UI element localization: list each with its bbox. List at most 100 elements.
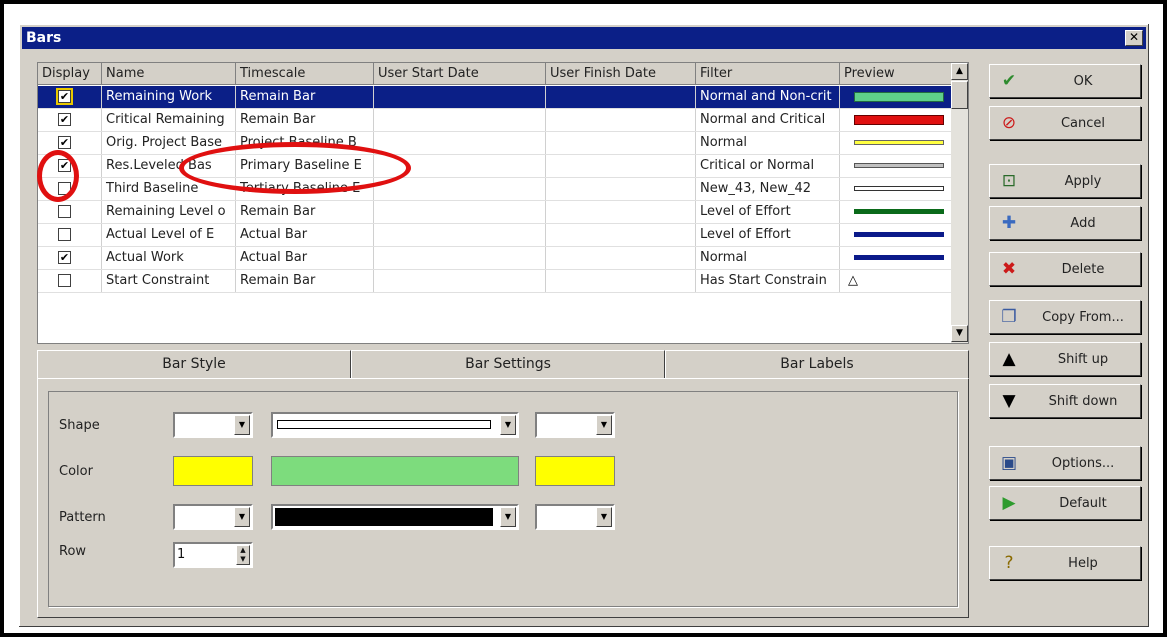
display-checkbox[interactable]: ✔ <box>56 88 73 105</box>
spin-up-icon[interactable]: ▲ <box>237 546 249 555</box>
user-start-date-cell[interactable] <box>374 178 546 200</box>
default-button[interactable]: ▶ Default <box>989 486 1141 520</box>
filter-cell[interactable]: New_43, New_42 <box>696 178 840 200</box>
middle-color-swatch[interactable] <box>271 456 519 486</box>
tab-bar-labels[interactable]: Bar Labels <box>665 350 969 378</box>
end-shape-dropdown[interactable]: ▼ <box>535 412 615 438</box>
display-checkbox[interactable] <box>58 205 71 218</box>
user-start-date-cell[interactable] <box>374 270 546 292</box>
column-header-display[interactable]: Display <box>38 63 102 85</box>
options-button[interactable]: ▣ Options... <box>989 446 1141 480</box>
apply-button[interactable]: ⊡ Apply <box>989 164 1141 198</box>
name-cell[interactable]: Actual Work <box>102 247 236 269</box>
middle-shape-dropdown[interactable]: ▼ <box>271 412 519 438</box>
user-finish-date-cell[interactable] <box>546 132 696 154</box>
ok-button[interactable]: ✔ OK <box>989 64 1141 98</box>
user-finish-date-cell[interactable] <box>546 86 696 108</box>
filter-cell[interactable]: Level of Effort <box>696 224 840 246</box>
table-row[interactable]: Start Constraint Remain Bar Has Start Cons… <box>38 270 952 293</box>
end-color-swatch[interactable] <box>535 456 615 486</box>
spin-buttons[interactable]: ▲ ▼ <box>236 545 250 565</box>
user-start-date-cell[interactable] <box>374 86 546 108</box>
display-checkbox[interactable]: ✔ <box>58 136 71 149</box>
user-finish-date-cell[interactable] <box>546 178 696 200</box>
column-header-name[interactable]: Name <box>102 63 236 85</box>
column-header-user-finish-date[interactable]: User Finish Date <box>546 63 696 85</box>
start-color-swatch[interactable] <box>173 456 253 486</box>
middle-pattern-dropdown[interactable]: ▼ <box>271 504 519 530</box>
table-row[interactable]: Actual Level of E Actual Bar Level of Effo… <box>38 224 952 247</box>
row-stepper[interactable]: 1 ▲ ▼ <box>173 542 253 568</box>
column-header-user-start-date[interactable]: User Start Date <box>374 63 546 85</box>
table-row[interactable]: Remaining Level o Remain Bar Level of Effo… <box>38 201 952 224</box>
timescale-cell[interactable]: Actual Bar <box>236 247 374 269</box>
name-cell[interactable]: Critical Remaining <box>102 109 236 131</box>
timescale-cell[interactable]: Remain Bar <box>236 109 374 131</box>
display-checkbox[interactable] <box>58 228 71 241</box>
user-finish-date-cell[interactable] <box>546 270 696 292</box>
name-cell[interactable]: Remaining Level o <box>102 201 236 223</box>
column-header-preview[interactable]: Preview <box>840 63 952 85</box>
shift-up-button[interactable]: ▲ Shift up <box>989 342 1141 376</box>
tab-bar-settings[interactable]: Bar Settings <box>351 350 665 378</box>
column-header-timescale[interactable]: Timescale <box>236 63 374 85</box>
screenshot-frame: Bars ✕ Display Name Timescale User Start… <box>0 0 1167 637</box>
table-row[interactable]: ✔ Critical Remaining Remain Bar Normal and … <box>38 109 952 132</box>
column-header-filter[interactable]: Filter <box>696 63 840 85</box>
name-cell[interactable]: Start Constraint <box>102 270 236 292</box>
table-row[interactable]: Third Baseline Tertiary Baseline E New_43,… <box>38 178 952 201</box>
filter-cell[interactable]: Has Start Constrain <box>696 270 840 292</box>
spin-down-icon[interactable]: ▼ <box>237 555 249 564</box>
user-start-date-cell[interactable] <box>374 247 546 269</box>
cancel-button[interactable]: ⊘ Cancel <box>989 106 1141 140</box>
user-finish-date-cell[interactable] <box>546 247 696 269</box>
user-start-date-cell[interactable] <box>374 201 546 223</box>
tab-strip: Bar Style Bar Settings Bar Labels <box>37 350 969 378</box>
table-row[interactable]: ✔ Orig. Project Base Project Baseline B Nor… <box>38 132 952 155</box>
end-pattern-dropdown[interactable]: ▼ <box>535 504 615 530</box>
scroll-thumb[interactable] <box>951 81 968 109</box>
filter-cell[interactable]: Level of Effort <box>696 201 840 223</box>
display-checkbox[interactable]: ✔ <box>58 251 71 264</box>
scroll-up-icon[interactable]: ▲ <box>951 63 968 80</box>
table-row[interactable]: ✔ Actual Work Actual Bar Normal <box>38 247 952 270</box>
user-finish-date-cell[interactable] <box>546 109 696 131</box>
table-row[interactable]: ✔ Remaining Work Remain Bar Normal and Non-… <box>38 86 952 109</box>
filter-cell[interactable]: Critical or Normal <box>696 155 840 177</box>
timescale-cell[interactable]: Remain Bar <box>236 86 374 108</box>
row-value: 1 <box>177 547 186 562</box>
user-start-date-cell[interactable] <box>374 224 546 246</box>
filter-cell[interactable]: Normal <box>696 132 840 154</box>
help-button[interactable]: ? Help <box>989 546 1141 580</box>
user-start-date-cell[interactable] <box>374 109 546 131</box>
name-cell[interactable]: Remaining Work <box>102 86 236 108</box>
options-icon: ▣ <box>1000 453 1018 473</box>
copy-from-button[interactable]: ❐ Copy From... <box>989 300 1141 334</box>
start-constraint-triangle-icon: △ <box>848 273 858 288</box>
filter-cell[interactable]: Normal and Non-crit <box>696 86 840 108</box>
timescale-cell[interactable]: Remain Bar <box>236 270 374 292</box>
user-finish-date-cell[interactable] <box>546 155 696 177</box>
close-icon[interactable]: ✕ <box>1125 30 1143 46</box>
timescale-cell[interactable]: Remain Bar <box>236 201 374 223</box>
display-checkbox[interactable]: ✔ <box>58 113 71 126</box>
user-finish-date-cell[interactable] <box>546 201 696 223</box>
user-start-date-cell[interactable] <box>374 132 546 154</box>
filter-cell[interactable]: Normal and Critical <box>696 109 840 131</box>
delete-button[interactable]: ✖ Delete <box>989 252 1141 286</box>
scroll-down-icon[interactable]: ▼ <box>951 325 968 342</box>
shift-down-button[interactable]: ▼ Shift down <box>989 384 1141 418</box>
table-scrollbar[interactable]: ▲ ▼ <box>951 63 968 343</box>
preview-cell: △ <box>840 270 952 292</box>
filter-cell[interactable]: Normal <box>696 247 840 269</box>
start-pattern-dropdown[interactable]: ▼ <box>173 504 253 530</box>
tab-bar-style[interactable]: Bar Style <box>37 350 351 378</box>
table-row[interactable]: ✔ Res.Leveled Bas Primary Baseline E Critic… <box>38 155 952 178</box>
timescale-cell[interactable]: Actual Bar <box>236 224 374 246</box>
display-checkbox[interactable] <box>58 274 71 287</box>
preview-cell <box>840 247 952 269</box>
user-finish-date-cell[interactable] <box>546 224 696 246</box>
add-button[interactable]: ✚ Add <box>989 206 1141 240</box>
start-shape-dropdown[interactable]: ▼ <box>173 412 253 438</box>
name-cell[interactable]: Actual Level of E <box>102 224 236 246</box>
